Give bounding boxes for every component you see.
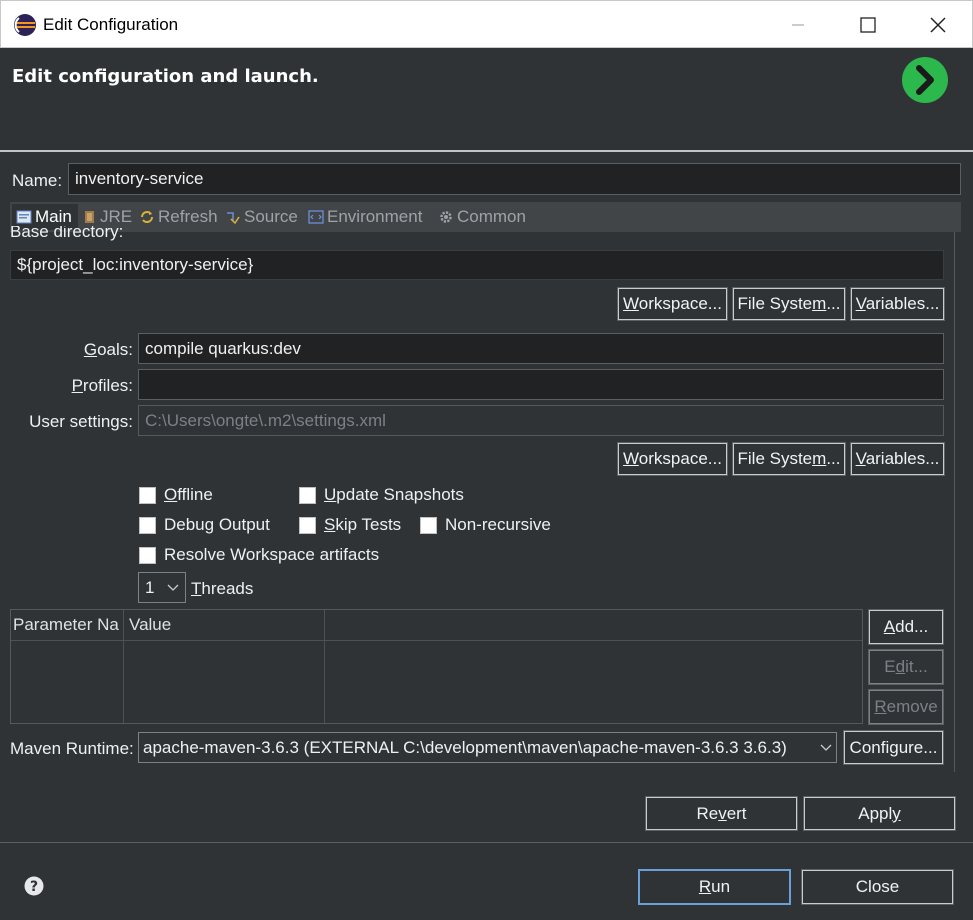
tab-source[interactable]: Source [225, 204, 298, 230]
banner-title: Edit configuration and launch. [12, 66, 319, 87]
revert-button[interactable]: Revert [645, 796, 798, 831]
minimize-button[interactable] [770, 1, 826, 49]
maximize-icon [860, 17, 876, 33]
debug-output-box[interactable] [139, 516, 156, 534]
debug-output-label: Debug Output [164, 515, 270, 534]
base-directory-input[interactable]: ${project_loc:inventory-service} [10, 250, 944, 280]
base-directory-label: Base directory: [10, 226, 124, 241]
tab-main-label: Main [35, 207, 72, 226]
maven-runtime-label-text: Maven Runtime: [10, 739, 134, 758]
add-parameter-button[interactable]: Add... [868, 609, 944, 645]
close-window-button[interactable] [910, 1, 966, 49]
non-recursive-checkbox[interactable]: Non-recursive [420, 515, 551, 535]
configure-runtime-button[interactable]: Configure... [843, 730, 944, 765]
offline-checkbox-box[interactable] [139, 486, 156, 504]
threads-value: 1 [145, 577, 155, 597]
base-workspace-button[interactable]: Workspace... [617, 287, 728, 321]
gear-icon [440, 211, 452, 223]
environment-icon [308, 210, 324, 224]
parameters-table[interactable]: Parameter Na Value [10, 609, 863, 724]
skip-tests-checkbox[interactable]: Skip Tests [299, 515, 401, 535]
minimize-icon [792, 24, 804, 26]
close-icon [930, 17, 946, 33]
tab-jre-label: JRE [100, 207, 133, 226]
source-icon [227, 212, 240, 225]
user-settings-label: User settings: [29, 412, 133, 431]
goals-label: Goals: [83, 340, 133, 359]
threads-label: Threads [191, 579, 254, 598]
title-bar: Edit Configuration [0, 0, 973, 48]
maven-runtime-select[interactable]: apache-maven-3.6.3 (EXTERNAL C:\developm… [138, 732, 837, 763]
window-title: Edit Configuration [43, 15, 179, 34]
settings-workspace-button[interactable]: Workspace... [617, 442, 728, 476]
maximize-button[interactable] [840, 1, 896, 49]
run-button[interactable]: Run [638, 869, 791, 905]
base-variables-button[interactable]: Variables... [850, 287, 945, 321]
chevron-down-icon [167, 584, 179, 591]
eclipse-icon [14, 14, 36, 36]
tab-refresh-label: Refresh [158, 207, 218, 226]
settings-file-system-button[interactable]: File System... [732, 442, 846, 476]
jre-icon [85, 211, 94, 223]
threads-select[interactable]: 1 [138, 572, 186, 603]
goals-input[interactable]: compile quarkus:dev [138, 333, 944, 364]
edit-parameter-button[interactable]: Edit... [868, 649, 944, 685]
skip-tests-box[interactable] [299, 516, 316, 534]
offline-checkbox[interactable]: Offline [139, 485, 213, 505]
footer-separator [0, 842, 973, 843]
offline-label: Offline [164, 485, 213, 504]
column-header-parameter-name[interactable]: Parameter Na [11, 610, 123, 640]
svg-text:?: ? [30, 879, 38, 895]
banner-separator [0, 150, 973, 152]
update-snapshots-checkbox[interactable]: Update Snapshots [299, 485, 464, 505]
remove-parameter-button[interactable]: Remove [868, 689, 944, 725]
update-snapshots-box[interactable] [299, 486, 316, 504]
base-file-system-button[interactable]: File System... [732, 287, 846, 321]
non-recursive-label: Non-recursive [445, 515, 551, 534]
close-button[interactable]: Close [801, 869, 954, 905]
column-divider [324, 610, 325, 723]
resolve-workspace-checkbox[interactable]: Resolve Workspace artifacts [139, 545, 379, 565]
column-header-value[interactable]: Value [127, 610, 323, 640]
resolve-workspace-box[interactable] [139, 546, 156, 564]
non-recursive-box[interactable] [420, 516, 437, 534]
maven-runtime-value: apache-maven-3.6.3 (EXTERNAL C:\developm… [143, 737, 787, 757]
profiles-input[interactable] [138, 369, 944, 400]
update-snapshots-label: Update Snapshots [324, 485, 464, 504]
run-launch-icon [902, 57, 948, 103]
tab-environment[interactable]: Environment [308, 204, 422, 230]
column-divider [123, 610, 124, 723]
tab-common[interactable]: Common [438, 204, 526, 230]
name-label: Name: [12, 171, 63, 190]
help-icon[interactable]: ? [24, 876, 44, 896]
main-tab-icon [16, 210, 32, 224]
header-divider [11, 640, 862, 641]
maven-runtime-label: Maven Runtime: [10, 739, 136, 759]
chevron-down-icon [820, 744, 832, 751]
debug-output-checkbox[interactable]: Debug Output [139, 515, 270, 535]
refresh-icon [141, 211, 153, 223]
skip-tests-label: Skip Tests [324, 515, 402, 534]
profiles-label: Profiles: [71, 376, 133, 395]
tab-refresh[interactable]: Refresh [139, 204, 218, 230]
settings-variables-button[interactable]: Variables... [850, 442, 945, 476]
tab-source-label: Source [244, 207, 298, 226]
resolve-workspace-label: Resolve Workspace artifacts [164, 545, 380, 564]
tab-environment-label: Environment [327, 207, 423, 226]
apply-button[interactable]: Apply [803, 796, 956, 831]
user-settings-input[interactable]: C:\Users\ongte\.m2\settings.xml [138, 405, 944, 436]
tab-common-label: Common [457, 207, 526, 226]
name-input[interactable]: inventory-service [68, 163, 961, 195]
